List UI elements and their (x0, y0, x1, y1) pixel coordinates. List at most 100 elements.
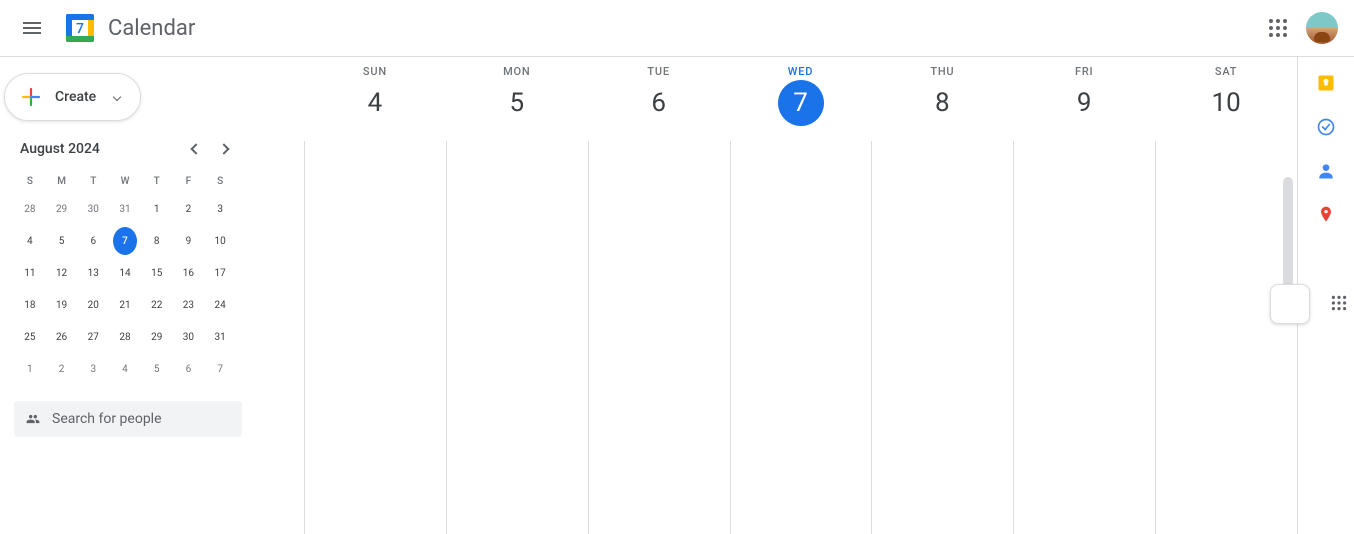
create-button-label: Create (55, 89, 96, 105)
search-people[interactable] (14, 401, 242, 437)
day-header: SUN 4 (304, 57, 446, 141)
keep-icon[interactable] (1316, 73, 1336, 93)
mini-cal-day[interactable]: 24 (208, 291, 232, 319)
mini-cal-day[interactable]: 20 (81, 291, 105, 319)
account-avatar[interactable] (1306, 12, 1338, 44)
day-column[interactable] (871, 141, 1013, 534)
mini-cal-day[interactable]: 31 (113, 195, 137, 223)
mini-cal-day[interactable]: 4 (113, 355, 137, 383)
mini-cal-day[interactable]: 31 (208, 323, 232, 351)
day-column[interactable] (446, 141, 588, 534)
mini-cal-day[interactable]: 29 (50, 195, 74, 223)
mini-cal-day[interactable]: 29 (145, 323, 169, 351)
mini-cal-day[interactable]: 7 (113, 227, 137, 255)
mini-cal-dow: S (14, 169, 46, 193)
scrollbar[interactable] (1283, 177, 1295, 477)
mini-cal-day[interactable]: 30 (176, 323, 200, 351)
day-header: THU 8 (871, 57, 1013, 141)
mini-calendar-title: August 2024 (14, 141, 100, 157)
apps-grid-icon (1269, 19, 1287, 37)
maps-icon[interactable] (1316, 205, 1336, 225)
mini-cal-dow: S (204, 169, 236, 193)
mini-cal-dow: T (141, 169, 173, 193)
mini-cal-day[interactable]: 14 (113, 259, 137, 287)
mini-cal-day[interactable]: 3 (208, 195, 232, 223)
mini-cal-day[interactable]: 28 (113, 323, 137, 351)
mini-cal-day[interactable]: 4 (18, 227, 42, 255)
mini-cal-day[interactable]: 26 (50, 323, 74, 351)
mini-cal-day[interactable]: 28 (18, 195, 42, 223)
prev-month-button[interactable] (184, 137, 208, 161)
contacts-icon[interactable] (1316, 161, 1336, 181)
mini-cal-day[interactable]: 1 (145, 195, 169, 223)
mini-cal-day[interactable]: 22 (145, 291, 169, 319)
mini-cal-day[interactable]: 8 (145, 227, 169, 255)
sidebar: Create August 2024 SMTWTFS28293031123456… (0, 57, 256, 534)
mini-cal-day[interactable]: 2 (176, 195, 200, 223)
search-people-input[interactable] (52, 411, 230, 427)
mini-cal-dow: M (46, 169, 78, 193)
mini-cal-day[interactable]: 7 (208, 355, 232, 383)
day-column[interactable] (304, 141, 446, 534)
day-header: SAT10 (1155, 57, 1297, 141)
mini-calendar: August 2024 SMTWTFS282930311234567891011… (0, 121, 256, 385)
tasks-icon[interactable] (1316, 117, 1336, 137)
day-of-week-label: WED (730, 65, 872, 78)
app-logo[interactable]: 7 Calendar (60, 8, 195, 48)
mini-cal-day[interactable]: 23 (176, 291, 200, 319)
day-of-week-label: THU (871, 65, 1013, 78)
mini-calendar-grid: SMTWTFS282930311234567891011121314151617… (14, 169, 236, 385)
chevron-left-icon (190, 143, 201, 154)
day-header: TUE6 (588, 57, 730, 141)
mini-cal-day[interactable]: 5 (50, 227, 74, 255)
mini-cal-day[interactable]: 12 (50, 259, 74, 287)
date-number[interactable]: 4 (352, 80, 398, 126)
day-header: FRI 9 (1013, 57, 1155, 141)
mini-cal-day[interactable]: 11 (18, 259, 42, 287)
date-number[interactable]: 5 (494, 80, 540, 126)
day-column[interactable] (588, 141, 730, 534)
app-title: Calendar (108, 16, 195, 41)
next-month-button[interactable] (212, 137, 236, 161)
mini-cal-day[interactable]: 30 (81, 195, 105, 223)
mini-cal-day[interactable]: 15 (145, 259, 169, 287)
date-number[interactable]: 7 (778, 80, 824, 126)
mini-cal-day[interactable]: 17 (208, 259, 232, 287)
mini-cal-day[interactable]: 6 (81, 227, 105, 255)
day-column[interactable] (730, 141, 872, 534)
date-number[interactable]: 6 (636, 80, 682, 126)
mini-cal-day[interactable]: 25 (18, 323, 42, 351)
side-panel-toggle[interactable] (1270, 284, 1310, 324)
mini-cal-day[interactable]: 13 (81, 259, 105, 287)
mini-cal-day[interactable]: 9 (176, 227, 200, 255)
date-number[interactable]: 9 (1061, 80, 1107, 126)
day-column[interactable] (1155, 141, 1297, 534)
mini-cal-day[interactable]: 27 (81, 323, 105, 351)
mini-cal-day[interactable]: 18 (18, 291, 42, 319)
svg-text:7: 7 (76, 21, 84, 37)
calendar-week-view: SUN4MON5TUE6WED7THU8FRI9SAT10 (256, 57, 1298, 534)
mini-cal-day[interactable]: 21 (113, 291, 137, 319)
mini-cal-dow: W (109, 169, 141, 193)
mini-cal-day[interactable]: 19 (50, 291, 74, 319)
mini-cal-day[interactable]: 2 (50, 355, 74, 383)
create-button[interactable]: Create (4, 73, 141, 121)
scrollbar-thumb[interactable] (1283, 177, 1293, 287)
mini-cal-day[interactable]: 5 (145, 355, 169, 383)
mini-cal-dow: T (77, 169, 109, 193)
day-column[interactable] (1013, 141, 1155, 534)
date-number[interactable]: 8 (919, 80, 965, 126)
day-of-week-label: FRI (1013, 65, 1155, 78)
mini-cal-day[interactable]: 3 (81, 355, 105, 383)
main-menu-button[interactable] (8, 4, 56, 52)
mini-cal-day[interactable]: 1 (18, 355, 42, 383)
mini-cal-day[interactable]: 10 (208, 227, 232, 255)
google-apps-button[interactable] (1258, 8, 1298, 48)
mini-cal-day[interactable]: 6 (176, 355, 200, 383)
mini-cal-day[interactable]: 16 (176, 259, 200, 287)
date-number[interactable]: 10 (1203, 80, 1249, 126)
addons-button[interactable] (1332, 296, 1346, 310)
hamburger-icon (20, 16, 44, 40)
week-grid[interactable] (256, 141, 1297, 534)
day-of-week-label: SUN (304, 65, 446, 78)
